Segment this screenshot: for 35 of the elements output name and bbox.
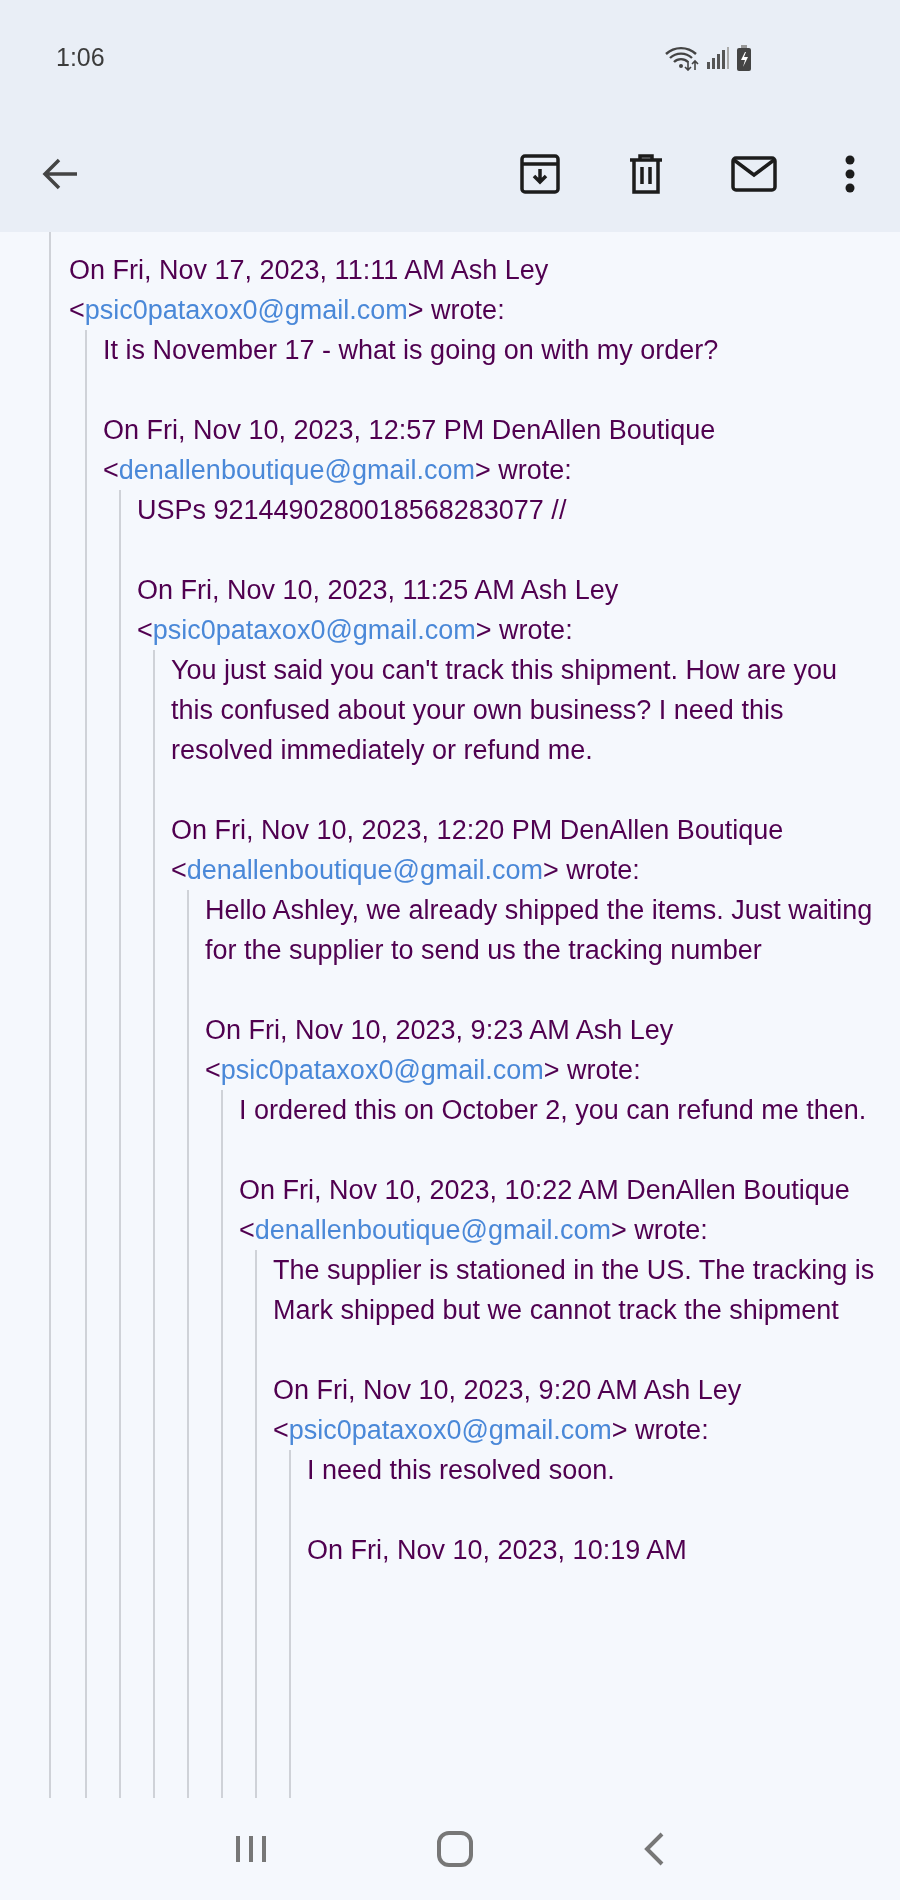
quote-header: On Fri, Nov 10, 2023, 9:20 AM Ash Ley <psic0pataxox0@gmail.com> wrote:: [273, 1374, 743, 1447]
email-link[interactable]: psic0pataxox0@gmail.com: [152, 615, 476, 645]
more-icon: [845, 155, 855, 193]
trash-icon: [628, 154, 664, 194]
email-link[interactable]: psic0pataxox0@gmail.com: [288, 1415, 612, 1445]
message-body: It is November 17 - what is going on with my order?: [103, 334, 720, 367]
mail-icon: [731, 156, 777, 192]
email-link[interactable]: denallenboutique@gmail.com: [254, 1215, 611, 1245]
email-link[interactable]: denallenboutique@gmail.com: [186, 855, 543, 885]
archive-button[interactable]: [518, 152, 562, 196]
quote-header: On Fri, Nov 10, 2023, 10:19 AM: [307, 1534, 688, 1567]
archive-icon: [520, 154, 560, 194]
email-link[interactable]: psic0pataxox0@gmail.com: [84, 295, 408, 325]
message-body: Hello Ashley, we already shipped the items. Just waiting for the supplier to send us the tracking number: [205, 894, 874, 967]
email-link[interactable]: psic0pataxox0@gmail.com: [220, 1055, 544, 1085]
signal-icon: [706, 47, 730, 69]
battery-icon: [736, 45, 752, 71]
recent-apps-icon[interactable]: [234, 1834, 267, 1864]
message-body: I need this resolved soon.: [307, 1454, 616, 1487]
quote-header: On Fri, Nov 17, 2023, 11:11 AM Ash Ley <psic0pataxox0@gmail.com> wrote:: [69, 254, 550, 327]
message-body: USPs 9214490280018568283077 //: [137, 494, 568, 527]
quote-header: On Fri, Nov 10, 2023, 10:22 AM DenAllen Boutique <denallenboutique@gmail.com> wrote:: [239, 1174, 851, 1247]
quote-header: On Fri, Nov 10, 2023, 9:23 AM Ash Ley <psic0pataxox0@gmail.com> wrote:: [205, 1014, 675, 1087]
back-arrow-icon: [41, 157, 79, 191]
quote-header: On Fri, Nov 10, 2023, 12:57 PM DenAllen Boutique <denallenboutique@gmail.com> wrote:: [103, 414, 717, 487]
message-body: I ordered this on October 2, you can refund me then.: [239, 1094, 868, 1127]
back-icon[interactable]: [643, 1832, 666, 1866]
wifi-icon: [664, 45, 700, 71]
quote-header: On Fri, Nov 10, 2023, 12:20 PM DenAllen Boutique <denallenboutique@gmail.com> wrote:: [171, 814, 785, 887]
message-body: The supplier is stationed in the US. The tracking is Mark shipped but we cannot track the shipment: [273, 1254, 876, 1327]
message-body: You just said you can't track this shipment. How are you this confused about your own business? I need this resolved immediately or refund me.: [171, 654, 838, 767]
quote-header: On Fri, Nov 10, 2023, 11:25 AM Ash Ley <psic0pataxox0@gmail.com> wrote:: [137, 574, 620, 647]
status-time: 1:06: [56, 42, 105, 74]
email-link[interactable]: denallenboutique@gmail.com: [118, 455, 475, 485]
home-icon[interactable]: [436, 1830, 474, 1868]
